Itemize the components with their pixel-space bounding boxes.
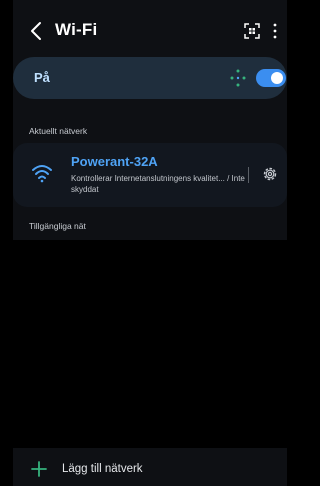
- available-networks-list: [13, 240, 287, 448]
- wifi-toggle-label: På: [34, 70, 50, 85]
- intelligent-wifi-icon[interactable]: [228, 68, 248, 88]
- more-vertical-icon[interactable]: [272, 22, 278, 40]
- wifi-settings-screen: Wi-Fi På Aktuellt nätverk Powerant-32A K…: [13, 0, 287, 486]
- network-name: Powerant-32A: [71, 154, 158, 169]
- wifi-toggle-switch[interactable]: [256, 69, 286, 87]
- page-title: Wi-Fi: [55, 20, 98, 39]
- chevron-left-icon[interactable]: [27, 20, 47, 42]
- app-header: Wi-Fi: [13, 18, 287, 46]
- divider: [248, 167, 249, 183]
- current-network-item[interactable]: Powerant-32A Kontrollerar Internetanslut…: [13, 143, 287, 207]
- wifi-icon: [32, 165, 52, 183]
- current-network-section-label: Aktuellt nätverk: [29, 126, 88, 136]
- wifi-master-toggle-row[interactable]: På: [13, 57, 287, 99]
- toggle-knob: [271, 72, 283, 84]
- qr-scan-icon[interactable]: [243, 22, 261, 40]
- add-network-label: Lägg till nätverk: [62, 463, 143, 475]
- network-status: Kontrollerar Internetanslutningens kvali…: [71, 174, 245, 194]
- available-networks-section-label: Tillgängliga nät: [29, 221, 86, 231]
- gear-icon[interactable]: [261, 165, 279, 183]
- plus-icon: [31, 461, 47, 477]
- add-network-button[interactable]: Lägg till nätverk: [13, 458, 287, 484]
